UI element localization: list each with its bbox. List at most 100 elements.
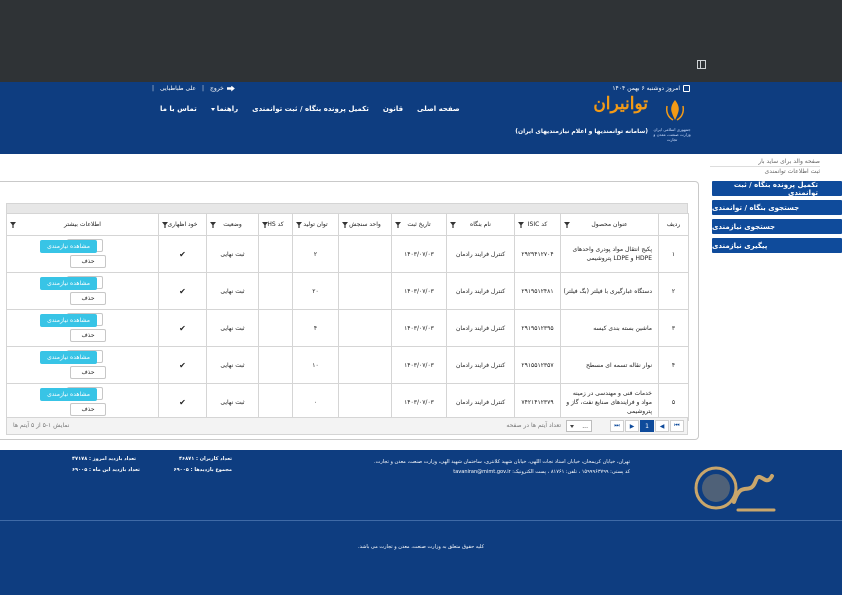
nav-item-0[interactable]: صفحه اصلی — [417, 105, 460, 113]
breadcrumb-current: ثبت اطلاعات توانمندی — [764, 168, 821, 175]
column-header-label: واحد سنجش — [349, 221, 381, 228]
breadcrumb-parent[interactable]: صفحه والد برای ساید بار — [710, 157, 820, 167]
column-header[interactable]: نام بنگاه — [446, 213, 515, 236]
capabilities-grid: ردیف عنوان محصول کد ISIC نام بنگاه تاریخ ثبت… — [6, 203, 689, 421]
stat-value: ۶۹۰۰۵ — [173, 467, 189, 473]
cell-num: ۳ — [658, 309, 689, 347]
copyright: کلیه حقوق متعلق به وزارت صنعت، معدن و تج… — [358, 544, 484, 550]
delete-button[interactable]: حذف — [70, 255, 106, 268]
prev-page-button[interactable]: ◀ — [655, 420, 669, 432]
view-requirements-button[interactable]: مشاهده نیازمندی — [40, 277, 97, 290]
nav-item-2[interactable]: تکمیل پرونده بنگاه / ثبت توانمندی — [252, 105, 369, 113]
cell-isic: ۲۹۲۹۴۱۲۷۰۴ — [514, 235, 561, 273]
nav-item-label: تکمیل پرونده بنگاه / ثبت توانمندی — [252, 105, 369, 113]
filter-icon[interactable] — [10, 222, 16, 228]
sidebar: تکمیل پرونده بنگاه / ثبت توانمندی جستجوی … — [712, 181, 842, 257]
nav-item-4[interactable]: تماس با ما — [160, 105, 197, 113]
delete-button[interactable]: حذف — [70, 292, 106, 305]
nav-item-label: تماس با ما — [160, 105, 197, 113]
sidebar-item-1[interactable]: جستجوی بنگاه / توانمندی — [712, 200, 842, 215]
cell-hs — [258, 346, 293, 384]
cell-isic: ۲۹۱۹۵۱۲۳۹۵ — [514, 309, 561, 347]
cell-num: ۱ — [658, 235, 689, 273]
stat-label: تعداد بازدید این ماه : — [89, 467, 140, 473]
view-requirements-button[interactable]: مشاهده نیازمندی — [40, 351, 97, 364]
per-page-label: تعداد آیتم ها در صفحه — [506, 422, 561, 429]
last-page-button[interactable]: ⏭ — [610, 420, 624, 432]
cell-title: خدمات فنی و مهندسی در زمینه مواد و فراین… — [560, 383, 659, 421]
delete-button[interactable]: حذف — [70, 366, 106, 379]
cell-hs — [258, 272, 293, 310]
table-row: ۴ نوار نقاله تسمه ای مسطح ۲۹۱۵۵۱۲۳۵۷ کنترل … — [6, 346, 689, 384]
cell-capacity: ۲۰ — [292, 272, 339, 310]
stat: تعداد بازدید امروز : ۴۷۱۷۸ — [72, 456, 136, 467]
filter-icon[interactable] — [342, 222, 348, 228]
nav-item-3[interactable]: راهنما — [210, 105, 239, 113]
first-page-button[interactable]: ⏮ — [670, 420, 684, 432]
cell-actions: ویرایشمشاهده نیازمندیحذف — [6, 346, 159, 384]
column-header-label: کد HS — [267, 221, 284, 228]
filter-icon[interactable] — [518, 222, 524, 228]
page-size-select[interactable]: ... — [566, 420, 592, 432]
stat: تعداد بازدید این ماه : ۶۹۰۰۵ — [72, 467, 140, 478]
filter-icon[interactable] — [450, 222, 456, 228]
column-header-label: توان تولید — [303, 221, 328, 228]
column-header[interactable]: اطلاعات بیشتر — [6, 213, 159, 236]
nav-item-1[interactable]: قانون — [383, 105, 403, 113]
table-row: ۲ دستگاه غبارگیری با فیلتر (بگ فیلتر) ۲۹۱۹… — [6, 272, 689, 310]
sidebar-item-0[interactable]: تکمیل پرونده بنگاه / ثبت توانمندی — [712, 181, 842, 197]
cell-title: نوار نقاله تسمه ای مسطح — [560, 346, 659, 384]
table-row: ۵ خدمات فنی و مهندسی در زمینه مواد و فرای… — [6, 383, 689, 421]
sidebar-item-3[interactable]: پیگیری نیازمندی — [712, 238, 842, 253]
user-name[interactable]: علی طباطبایی — [160, 85, 196, 92]
row-actions: ویرایشمشاهده نیازمندیحذف — [7, 273, 158, 309]
filter-icon[interactable] — [210, 222, 216, 228]
column-header[interactable]: وضعیت — [206, 213, 259, 236]
view-requirements-button[interactable]: مشاهده نیازمندی — [40, 314, 97, 327]
grid-toolbar — [6, 203, 688, 213]
logout-icon — [226, 85, 235, 92]
cell-date: ۱۴۰۳/۰۷/۰۳ — [391, 235, 447, 273]
filter-icon[interactable] — [564, 222, 570, 228]
cell-isic: ۲۹۱۹۵۱۲۴۸۱ — [514, 272, 561, 310]
column-header[interactable]: ردیف — [658, 213, 689, 236]
brand[interactable]: جمهوری اسلامی ایران وزارت صنعت، معدن و ت… — [515, 94, 692, 144]
column-header[interactable]: تاریخ ثبت — [391, 213, 447, 236]
delete-button[interactable]: حذف — [70, 329, 106, 342]
cell-company: کنترل فرایند رادمان — [446, 235, 515, 273]
footer-address: تهران، خیابان کریمخان، خیابان استاد نجات… — [374, 459, 630, 475]
page-1-button[interactable]: 1 — [640, 420, 654, 432]
filter-icon[interactable] — [395, 222, 401, 228]
view-requirements-button[interactable]: مشاهده نیازمندی — [40, 388, 97, 401]
delete-button[interactable]: حذف — [70, 403, 106, 416]
stat-value: ۶۹۰۰۵ — [72, 467, 88, 473]
column-header[interactable]: کد HS — [258, 213, 293, 236]
cell-actions: ویرایشمشاهده نیازمندیحذف — [6, 309, 159, 347]
column-header[interactable]: خود اظهاری — [158, 213, 207, 236]
cell-actions: ویرایشمشاهده نیازمندیحذف — [6, 235, 159, 273]
cell-isic: ۷۴۲۱۴۱۲۳۷۹ — [514, 383, 561, 421]
filter-icon[interactable] — [296, 222, 302, 228]
stat-value: ۴۷۱۷۸ — [72, 456, 88, 462]
column-header[interactable]: واحد سنجش — [338, 213, 392, 236]
column-header[interactable]: عنوان محصول — [560, 213, 659, 236]
pager: ⏮ ◀ 1 ▶ ⏭ ... تعداد آیتم ها در صفحه نمای… — [6, 417, 688, 435]
column-header[interactable]: کد ISIC — [514, 213, 561, 236]
column-header[interactable]: توان تولید — [292, 213, 339, 236]
window-icon[interactable] — [697, 60, 706, 69]
next-page-button[interactable]: ▶ — [625, 420, 639, 432]
cell-declared: ✔ — [158, 235, 207, 273]
view-requirements-button[interactable]: مشاهده نیازمندی — [40, 240, 97, 253]
cell-unit — [338, 272, 392, 310]
cell-date: ۱۴۰۳/۰۷/۰۳ — [391, 383, 447, 421]
cell-num: ۵ — [658, 383, 689, 421]
logout-link[interactable]: خروج — [210, 85, 235, 92]
cell-declared: ✔ — [158, 346, 207, 384]
sidebar-item-2[interactable]: جستجوی نیازمندی — [712, 219, 842, 234]
stat-label: تعداد بازدید امروز : — [89, 456, 136, 462]
column-header-label: کد ISIC — [527, 221, 548, 228]
chevron-down-icon — [570, 424, 574, 428]
cell-date: ۱۴۰۳/۰۷/۰۳ — [391, 309, 447, 347]
cell-title: دستگاه غبارگیری با فیلتر (بگ فیلتر) — [560, 272, 659, 310]
nav-item-label: راهنما — [216, 105, 239, 113]
